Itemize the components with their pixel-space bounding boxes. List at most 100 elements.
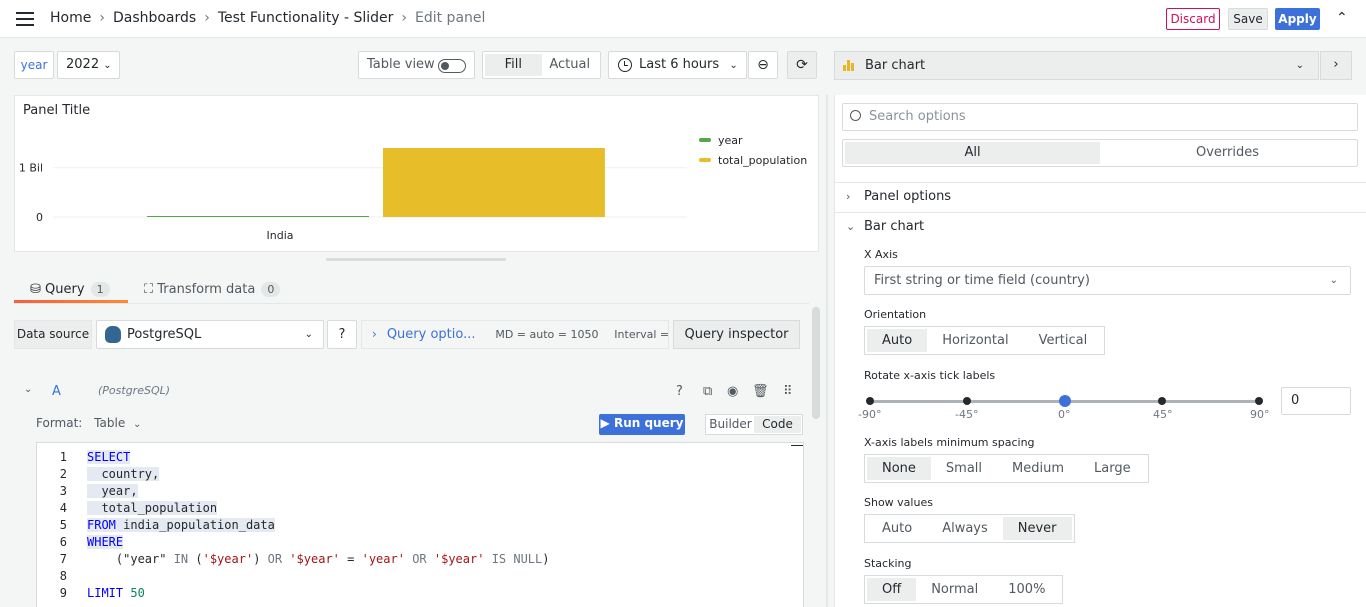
stacking-label: Stacking	[864, 557, 912, 570]
bar-total-population	[383, 148, 605, 217]
chevron-right-icon: ›	[372, 327, 377, 341]
search-options-input[interactable]: Search options	[842, 103, 1358, 131]
variable-label: year	[14, 51, 54, 79]
resize-handle[interactable]	[326, 258, 506, 261]
discard-button[interactable]: Discard	[1166, 8, 1220, 30]
slider-mark[interactable]	[1158, 397, 1166, 405]
breadcrumb-home[interactable]: Home	[50, 10, 91, 26]
overrides-option[interactable]: Overrides	[1100, 142, 1355, 164]
stacking-normal[interactable]: Normal	[916, 578, 993, 601]
query-options-link[interactable]: Query optio...	[387, 327, 476, 342]
code-line: LIMIT 50	[87, 586, 145, 600]
breadcrumb-dashboards[interactable]: Dashboards	[113, 10, 196, 26]
chevron-down-icon: ⌄	[1295, 60, 1304, 71]
variable-value: 2022	[66, 57, 100, 72]
refresh-button[interactable]: ⟳	[787, 51, 817, 79]
orientation-auto[interactable]: Auto	[867, 329, 928, 352]
orientation-vertical[interactable]: Vertical	[1024, 329, 1103, 352]
orientation-horizontal[interactable]: Horizontal	[927, 329, 1023, 352]
slider-mark[interactable]	[866, 397, 874, 405]
collapse-icon[interactable]: ⌄	[24, 384, 32, 395]
show-values-always[interactable]: Always	[927, 517, 1003, 540]
zoom-out-button[interactable]: ⊖	[748, 51, 778, 79]
section-bar-chart[interactable]: ⌄ Bar chart	[834, 212, 1366, 240]
orientation-group: Auto Horizontal Vertical	[864, 326, 1106, 355]
save-button[interactable]: Save	[1228, 8, 1268, 30]
variable-select[interactable]: 2022 ⌄	[57, 51, 120, 79]
chevron-down-icon: ⌄	[1329, 275, 1338, 286]
legend-swatch	[699, 158, 711, 162]
data-source-help-button[interactable]: ?	[327, 320, 357, 349]
format-value: Table	[94, 416, 126, 430]
stacking-group: Off Normal 100%	[864, 575, 1064, 604]
drag-handle-icon[interactable]: ⠿	[783, 384, 793, 399]
eye-icon[interactable]: ◉	[727, 384, 738, 399]
spacing-group: None Small Medium Large	[864, 454, 1149, 483]
bar-chart: 0 1 Bil India year total_population	[19, 134, 807, 242]
query-options[interactable]: › Query optio... MD = auto = 1050 Interva…	[361, 320, 690, 349]
breadcrumb-dashboard[interactable]: Test Functionality - Slider	[218, 10, 394, 26]
visualization-picker[interactable]: Bar chart ⌄	[834, 51, 1319, 80]
toggle-switch[interactable]	[438, 59, 466, 73]
format-label: Format:	[36, 416, 83, 430]
y-tick-label: 0	[36, 211, 43, 224]
editor-scroll-marker	[791, 445, 803, 446]
show-values-auto[interactable]: Auto	[867, 517, 927, 540]
data-source-select[interactable]: PostgreSQL ⌄	[96, 320, 324, 349]
tick-label: 90°	[1250, 408, 1270, 421]
code-line: WHERE	[87, 535, 124, 549]
chevron-down-icon: ⌄	[729, 60, 738, 71]
trash-icon[interactable]: 🗑	[752, 384, 769, 399]
tick-label: 45°	[1153, 408, 1173, 421]
tab-query-count: 1	[90, 282, 110, 297]
format-selector[interactable]: Format: Table ⌄	[36, 416, 141, 430]
spacing-medium[interactable]: Medium	[997, 457, 1079, 480]
time-range-value: Last 6 hours	[639, 57, 720, 72]
spacing-large[interactable]: Large	[1079, 457, 1146, 480]
rotate-value-input[interactable]: 0	[1281, 387, 1351, 415]
slider-handle[interactable]	[1059, 395, 1071, 407]
code-line: country,	[87, 467, 160, 481]
spacing-small[interactable]: Small	[931, 457, 997, 480]
zoom-out-icon: ⊖	[757, 57, 769, 73]
data-source-value: PostgreSQL	[127, 327, 202, 342]
tick-label: -45°	[955, 408, 979, 421]
menu-icon[interactable]	[16, 12, 34, 26]
time-range-picker[interactable]: Last 6 hours ⌄	[608, 51, 747, 79]
collapse-options-button[interactable]: ›	[1320, 51, 1352, 80]
help-icon[interactable]: ?	[676, 384, 683, 399]
show-values-never[interactable]: Never	[1002, 517, 1072, 540]
transform-icon: ⛶	[144, 282, 154, 297]
code-option[interactable]: Code	[754, 416, 801, 433]
refresh-icon: ⟳	[796, 57, 808, 73]
slider-mark[interactable]	[963, 397, 971, 405]
sql-code-editor[interactable]: 1 2 3 4 5 6 7 8 9 SELECT country, year, …	[36, 442, 804, 607]
legend-label: year	[718, 134, 743, 147]
breadcrumb: Home › Dashboards › Test Functionality - Sli…	[50, 10, 486, 26]
query-ref-id[interactable]: A	[52, 384, 61, 399]
query-inspector-button[interactable]: Query inspector	[673, 320, 800, 349]
chevron-down-icon: ⌄	[133, 419, 142, 430]
tab-transform-label: Transform data	[157, 282, 256, 297]
section-panel-options[interactable]: › Panel options	[834, 182, 1366, 210]
pane-divider[interactable]	[826, 95, 828, 607]
run-query-button[interactable]: ▶ Run query	[599, 414, 685, 435]
chevron-up-icon[interactable]: ⌃	[1336, 10, 1348, 26]
x-axis-select[interactable]: First string or time field (country) ⌄	[864, 266, 1351, 295]
spacing-none[interactable]: None	[867, 457, 931, 480]
apply-button[interactable]: Apply	[1275, 8, 1320, 30]
slider-mark[interactable]	[1255, 397, 1263, 405]
builder-option[interactable]: Builder	[707, 416, 754, 433]
stacking-off[interactable]: Off	[867, 578, 917, 601]
actual-option[interactable]: Actual	[542, 54, 599, 76]
line-number: 1	[59, 450, 67, 464]
stacking-percent[interactable]: 100%	[993, 578, 1060, 601]
fill-option[interactable]: Fill	[485, 54, 542, 76]
builder-code-toggle: Builder Code	[705, 414, 803, 435]
all-option[interactable]: All	[845, 142, 1100, 164]
table-view-toggle[interactable]: Table view	[358, 51, 475, 79]
duplicate-icon[interactable]: ⧉	[703, 384, 712, 399]
line-number: 2	[59, 467, 67, 481]
vertical-scrollbar[interactable]	[812, 307, 820, 419]
rotate-slider[interactable]	[866, 395, 1263, 407]
